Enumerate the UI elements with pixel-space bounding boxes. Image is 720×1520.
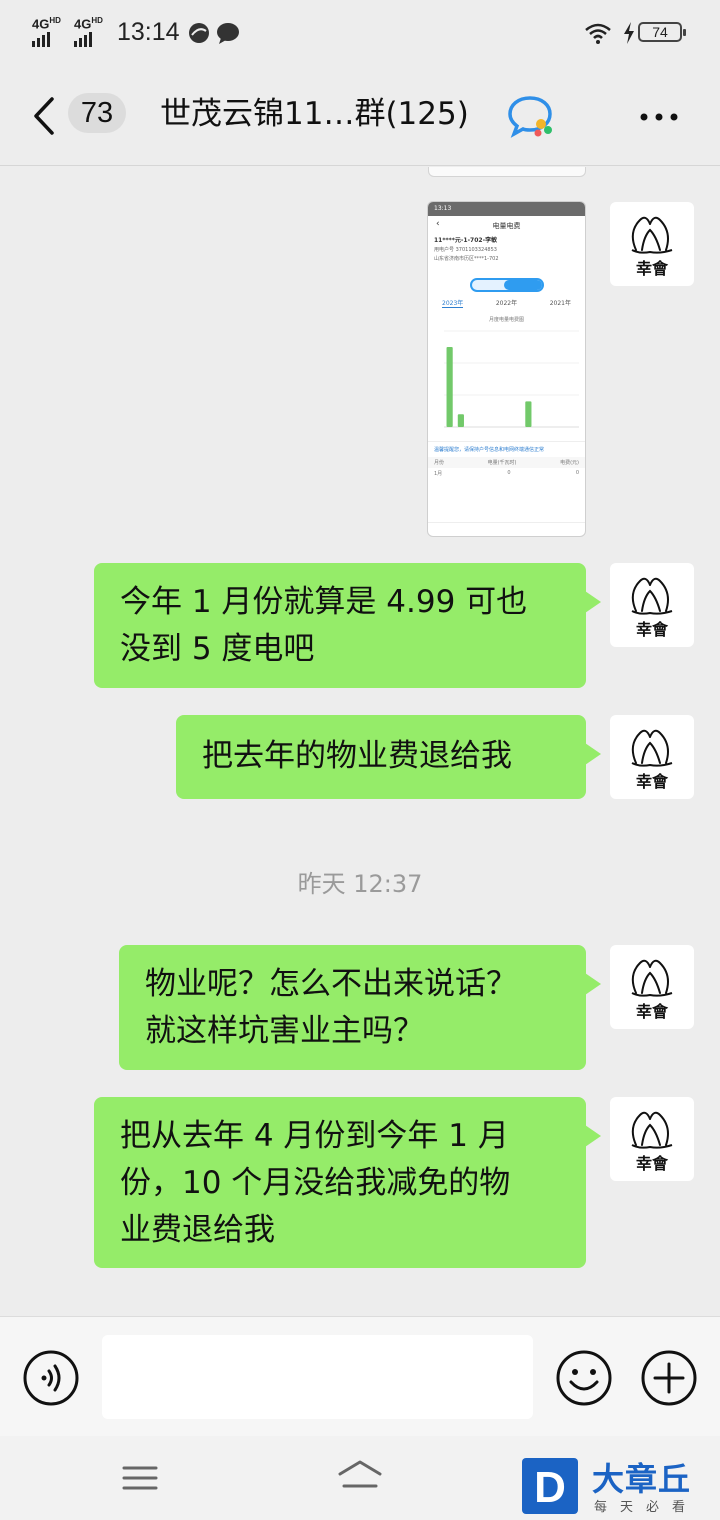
screenshot-account-line2: 用电户号 3701103324853 — [434, 247, 497, 253]
message-text-line: 业费退给我 — [120, 1212, 275, 1248]
message-list[interactable]: 13:13 ‹ 电量电费 11****元-1-702-李敏 用电户号 37011… — [0, 167, 720, 1316]
screenshot-notice-link: 温馨提醒您，请保持户号信息和电网终端通信正常 — [428, 441, 585, 457]
screenshot-account-line3: 山东省济南市历区****1-702 — [434, 256, 499, 262]
electricity-bill-screenshot[interactable]: 13:13 ‹ 电量电费 11****元-1-702-李敏 用电户号 37011… — [427, 201, 586, 537]
screenshot-year-tab: 2023年 — [442, 300, 464, 308]
screenshot-table-row: 1月 0 0 — [428, 468, 585, 479]
screenshot-chart-caption: 月度电量电费图 — [488, 317, 524, 323]
signal-bars-icon — [74, 32, 94, 47]
message-timestamp: 昨天 12:37 — [297, 870, 423, 898]
message-text-line: 物业呢？怎么不出来说话？ — [145, 966, 517, 1002]
screenshot-table-cell: 1月 — [434, 471, 443, 477]
menu-nav-icon[interactable] — [122, 1460, 158, 1496]
message-text-line: 今年 1 月份就算是 4.99 可也 — [120, 584, 528, 620]
home-nav-icon[interactable] — [336, 1456, 384, 1496]
avatar-label: 幸會 — [636, 259, 669, 278]
network-sup-1: HD — [49, 16, 61, 25]
chart-bar — [457, 414, 464, 427]
message-bubble[interactable]: 今年 1 月份就算是 4.99 可也 没到 5 度电吧 — [94, 563, 601, 688]
screenshot-page-title: 电量电费 — [492, 222, 521, 230]
system-navigation-bar: D 大章丘 每天必看 — [0, 1436, 720, 1520]
watermark-logo-icon: D — [522, 1458, 578, 1514]
chart-bar — [446, 347, 453, 427]
avatar[interactable]: 幸會 — [610, 563, 694, 647]
screenshot-back-icon: ‹ — [436, 219, 440, 229]
screenshot-nav-bar — [428, 522, 585, 536]
group-chat-icon[interactable] — [508, 94, 556, 138]
back-arrow-icon[interactable] — [30, 96, 60, 136]
screenshot-table-cell: 电费(元) — [560, 460, 579, 466]
message-text-line: 把从去年 4 月份到今年 1 月 — [120, 1118, 509, 1154]
message-notification-icon — [217, 23, 239, 44]
avatar-label: 幸會 — [636, 620, 669, 639]
message-text-line: 没到 5 度电吧 — [120, 631, 315, 667]
signal-indicator-2: 4GHD — [74, 16, 103, 47]
avatar[interactable]: 幸會 — [610, 202, 694, 286]
wifi-icon — [585, 23, 611, 44]
network-type-1: 4G — [32, 16, 50, 32]
status-bar: 4GHD 4GHD 13:14 74 — [0, 0, 720, 66]
signal-bars-icon — [32, 32, 52, 47]
screenshot-time: 13:13 — [434, 205, 452, 212]
watermark-title: 大章丘 — [592, 1460, 692, 1498]
avatar[interactable]: 幸會 — [610, 1097, 694, 1181]
network-sup-2: HD — [91, 16, 103, 25]
avatar-label: 幸會 — [636, 1002, 669, 1021]
signal-indicator-1: 4GHD — [32, 16, 61, 47]
screenshot-table-cell: 0 — [575, 470, 579, 476]
chat-input-bar — [0, 1316, 720, 1436]
avatar[interactable]: 幸會 — [610, 715, 694, 799]
charging-icon — [624, 22, 634, 44]
message-bubble[interactable]: 把去年的物业费退给我 — [176, 715, 601, 799]
screenshot-year-tab: 2022年 — [495, 300, 518, 307]
screenshot-table-cell: 0 — [507, 470, 511, 476]
screenshot-bar-chart — [444, 330, 579, 428]
battery-indicator: 74 — [638, 22, 686, 42]
screenshot-table-cell: 月份 — [434, 460, 445, 466]
message-text-line: 就这样坑害业主吗？ — [145, 1013, 424, 1049]
app-notification-icon — [189, 23, 209, 43]
screenshot-table-cell: 电量(千瓦时) — [487, 460, 517, 466]
more-options-icon[interactable] — [636, 102, 682, 132]
unread-count-badge[interactable]: 73 — [68, 93, 126, 133]
screenshot-year-tabs: 2023年 2022年 2021年 — [428, 296, 585, 310]
previous-image-message[interactable] — [428, 167, 586, 177]
screenshot-toggle — [469, 278, 544, 292]
message-bubble[interactable]: 把从去年 4 月份到今年 1 月 份，10 个月没给我减免的物 业费退给我 — [94, 1097, 601, 1268]
chart-bar — [525, 401, 532, 427]
screenshot-table-header: 月份 电量(千瓦时) 电费(元) — [428, 457, 585, 468]
screenshot-status-bar: 13:13 — [428, 202, 585, 216]
more-functions-plus-icon[interactable] — [640, 1349, 698, 1407]
message-text-input[interactable] — [102, 1335, 533, 1419]
watermark-logo-letter: D — [534, 1463, 566, 1512]
emoji-icon[interactable] — [555, 1349, 613, 1407]
screenshot-account-line1: 11****元-1-702-李敏 — [434, 237, 498, 244]
watermark-subtitle: 每天必看 — [594, 1500, 699, 1515]
message-bubble[interactable]: 物业呢？怎么不出来说话？ 就这样坑害业主吗？ — [119, 945, 601, 1070]
network-type-2: 4G — [74, 16, 92, 32]
avatar[interactable]: 幸會 — [610, 945, 694, 1029]
chat-title-bar: 73 世茂云锦11…群(125) — [0, 66, 720, 166]
chat-title: 世茂云锦11…群(125) — [160, 96, 469, 132]
message-text-line: 把去年的物业费退给我 — [202, 738, 512, 774]
avatar-label: 幸會 — [636, 772, 669, 791]
screenshot-header: ‹ 电量电费 — [428, 216, 585, 234]
voice-input-icon[interactable] — [22, 1349, 80, 1407]
screenshot-year-tab: 2021年 — [549, 300, 571, 307]
screenshot-account-info: 11****元-1-702-李敏 用电户号 3701103324853 山东省济… — [434, 236, 579, 264]
avatar-label: 幸會 — [636, 1154, 669, 1173]
status-time: 13:14 — [117, 18, 180, 46]
message-text-line: 份，10 个月没给我减免的物 — [120, 1165, 511, 1201]
